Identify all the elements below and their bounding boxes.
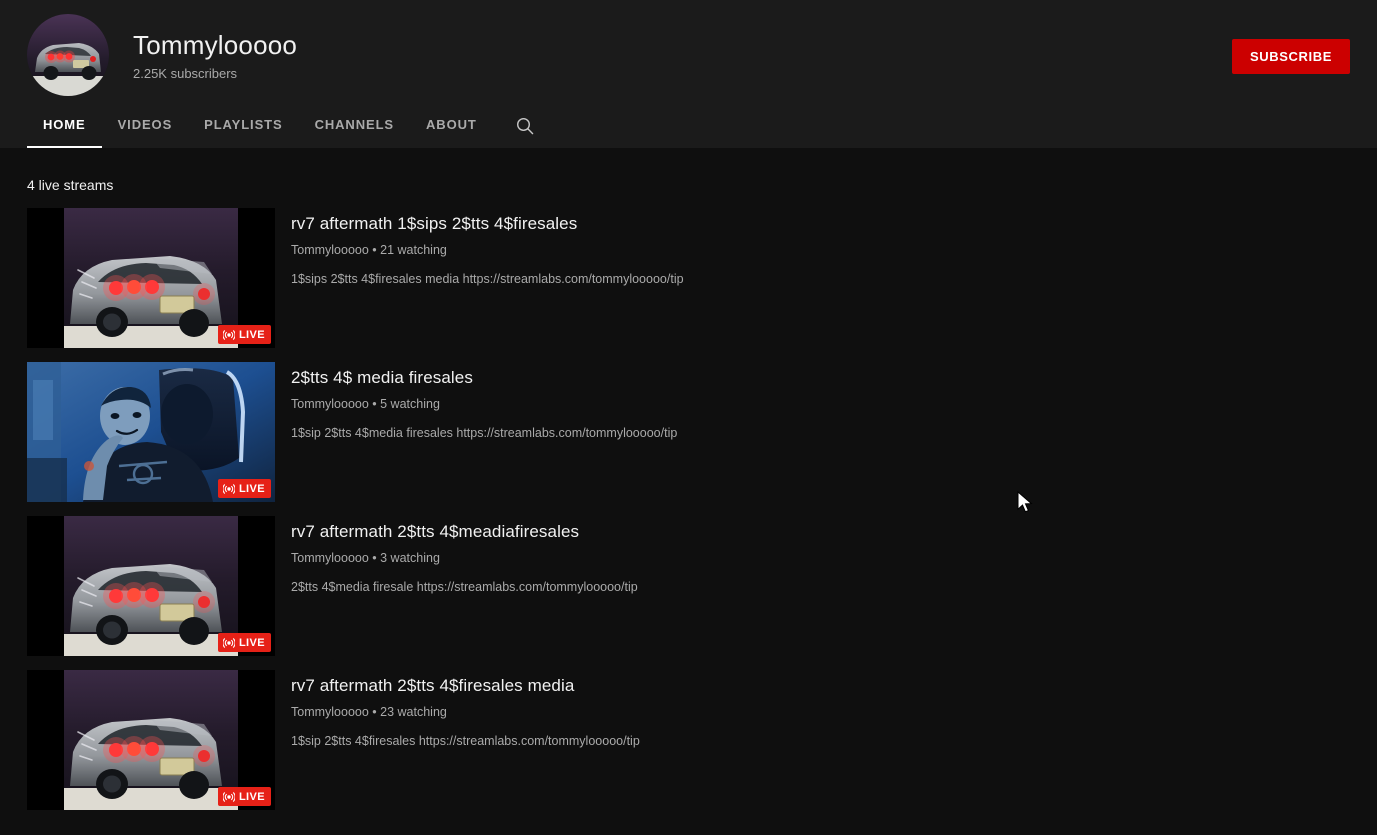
live-badge: LIVE: [217, 325, 271, 344]
video-description: 1$sip 2$tts 4$media firesales https://st…: [291, 426, 678, 440]
main-content: 4 live streams LIVE rv7 aftermath 1$sips…: [0, 148, 1377, 810]
section-title: 4 live streams: [27, 177, 114, 193]
car-night-icon: [64, 208, 238, 348]
tab-videos[interactable]: VIDEOS: [102, 117, 189, 148]
thumbnail-image: [64, 670, 238, 810]
avatar[interactable]: [27, 14, 109, 96]
video-title[interactable]: 2$tts 4$ media firesales: [291, 366, 677, 389]
list-item[interactable]: LIVE rv7 aftermath 2$tts 4$meadiafiresal…: [0, 516, 1377, 656]
channel-meta: Tommylooooo 2.25K subscribers: [133, 29, 297, 82]
tab-playlists[interactable]: PLAYLISTS: [188, 117, 298, 148]
list-item[interactable]: LIVE 2$tts 4$ media firesales Tommyloooo…: [0, 362, 1377, 502]
subscribe-button[interactable]: SUBSCRIBE: [1232, 39, 1350, 74]
broadcast-icon: [222, 791, 235, 802]
tab-home[interactable]: HOME: [27, 117, 102, 148]
live-badge: LIVE: [217, 479, 271, 498]
search-icon[interactable]: [515, 116, 535, 148]
live-badge-label: LIVE: [238, 482, 265, 495]
video-title[interactable]: rv7 aftermath 2$tts 4$firesales media: [291, 674, 640, 697]
live-badge-label: LIVE: [238, 790, 265, 803]
video-description: 1$sip 2$tts 4$firesales https://streamla…: [291, 734, 640, 748]
video-meta: Tommylooooo • 23 watching: [291, 705, 447, 719]
video-info: rv7 aftermath 2$tts 4$meadiafiresales To…: [275, 516, 638, 596]
video-meta: Tommylooooo • 5 watching: [291, 397, 440, 411]
video-info: rv7 aftermath 1$sips 2$tts 4$firesales T…: [275, 208, 684, 288]
broadcast-icon: [222, 329, 235, 340]
video-title[interactable]: rv7 aftermath 2$tts 4$meadiafiresales: [291, 520, 638, 543]
channel-identity: Tommylooooo 2.25K subscribers: [27, 14, 297, 96]
list-item[interactable]: LIVE rv7 aftermath 1$sips 2$tts 4$firesa…: [0, 208, 1377, 348]
broadcast-icon: [222, 483, 235, 494]
live-badge-label: LIVE: [238, 328, 265, 341]
video-thumbnail[interactable]: LIVE: [27, 516, 275, 656]
live-badge: LIVE: [217, 633, 271, 652]
video-description: 1$sips 2$tts 4$firesales media https://s…: [291, 272, 684, 286]
video-description: 2$tts 4$media firesale https://streamlab…: [291, 580, 638, 594]
video-info: 2$tts 4$ media firesales Tommylooooo • 5…: [275, 362, 677, 442]
car-night-avatar-icon: [27, 14, 109, 96]
thumbnail-image: [64, 516, 238, 656]
live-stream-list: LIVE rv7 aftermath 1$sips 2$tts 4$firesa…: [0, 208, 1377, 810]
video-thumbnail[interactable]: LIVE: [27, 670, 275, 810]
video-info: rv7 aftermath 2$tts 4$firesales media To…: [275, 670, 640, 750]
video-meta: Tommylooooo • 3 watching: [291, 551, 440, 565]
channel-tabs: HOME VIDEOS PLAYLISTS CHANNELS ABOUT: [27, 99, 535, 148]
live-badge-label: LIVE: [238, 636, 265, 649]
thumbnail-image: [64, 208, 238, 348]
car-night-icon: [64, 670, 238, 810]
tab-channels[interactable]: CHANNELS: [299, 117, 410, 148]
video-title[interactable]: rv7 aftermath 1$sips 2$tts 4$firesales: [291, 212, 684, 235]
video-thumbnail[interactable]: LIVE: [27, 208, 275, 348]
list-item[interactable]: LIVE rv7 aftermath 2$tts 4$firesales med…: [0, 670, 1377, 810]
channel-header: Tommylooooo 2.25K subscribers SUBSCRIBE …: [0, 0, 1377, 148]
subscriber-count: 2.25K subscribers: [133, 65, 238, 81]
broadcast-icon: [222, 637, 235, 648]
car-night-icon: [64, 516, 238, 656]
tab-about[interactable]: ABOUT: [410, 117, 493, 148]
video-meta: Tommylooooo • 21 watching: [291, 243, 447, 257]
live-badge: LIVE: [217, 787, 271, 806]
channel-name: Tommylooooo: [133, 29, 298, 60]
video-thumbnail[interactable]: LIVE: [27, 362, 275, 502]
